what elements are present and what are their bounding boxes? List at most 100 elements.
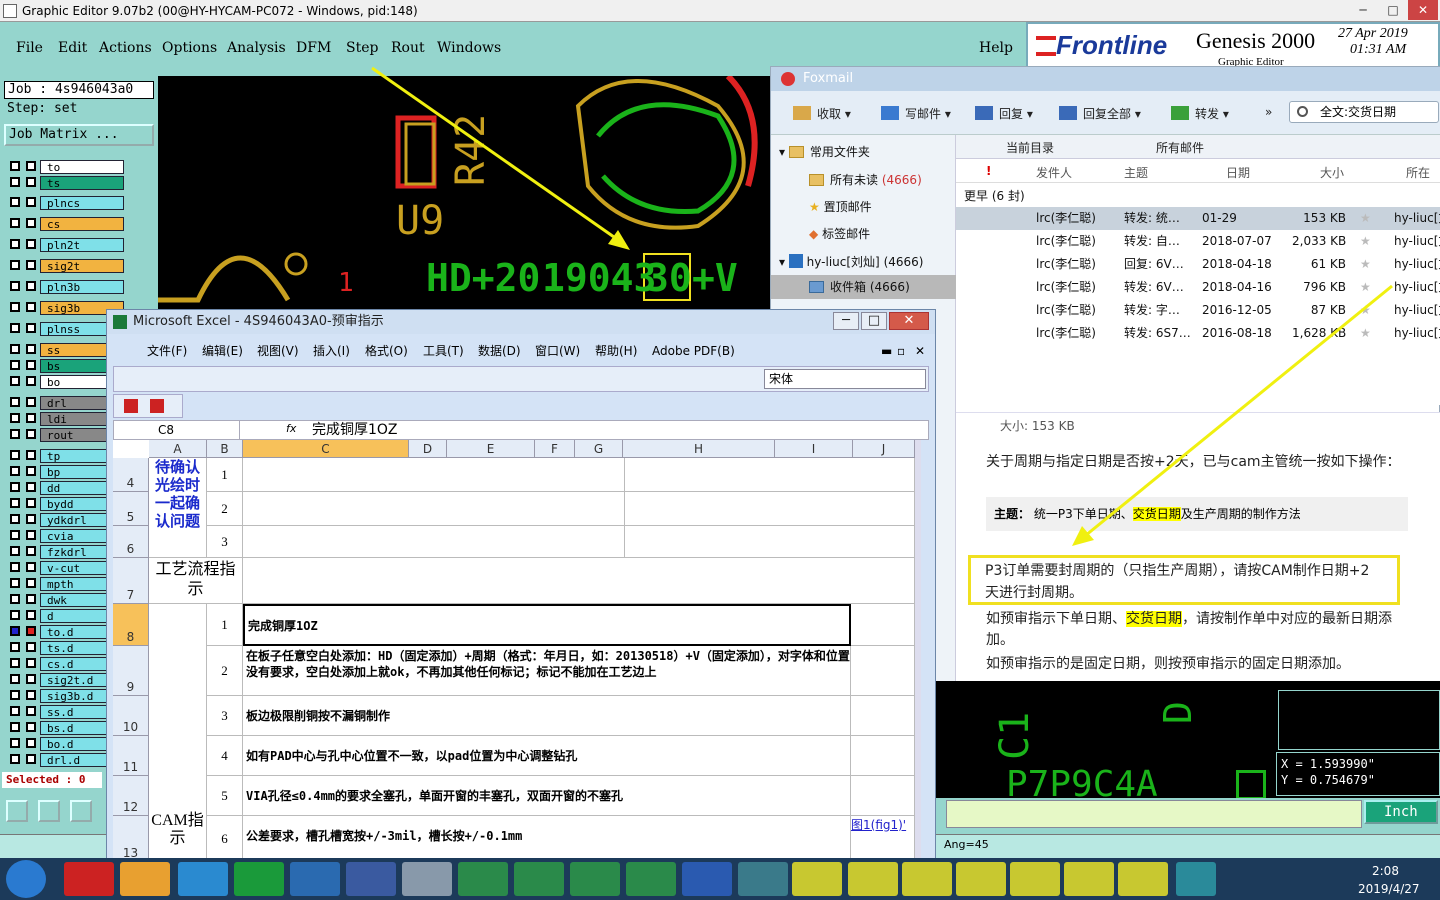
menu-options[interactable]: Options [162,40,217,56]
col-header[interactable]: A [149,440,207,458]
mail-row[interactable]: lrc(李仁聪) 转发: 统… 01-29 153 KB hy-liuc[文 ★ [956,207,1440,230]
layer-checkbox[interactable] [10,323,20,333]
layer-row[interactable]: plncs [6,196,124,210]
cell-b[interactable]: 2 [207,646,243,696]
layer-affected-checkbox[interactable] [26,562,36,572]
layer-affected-checkbox[interactable] [26,482,36,492]
layer-row[interactable]: cs [6,217,124,231]
layer-affected-checkbox[interactable] [26,302,36,312]
layer-checkbox[interactable] [10,302,20,312]
star-icon[interactable]: ★ [1360,322,1371,345]
pcb-canvas[interactable]: R42 U9 1 HD+20 19043 30 +V [158,76,770,310]
row-header[interactable]: 8 [113,604,149,646]
spreadsheet-grid[interactable]: ABCDEFGHIJ 4 5 6 7 8 9 10 11 12 13 待确认光绘时一起确认问题 C… [113,440,921,861]
layer-checkbox[interactable] [10,562,20,572]
name-box[interactable]: C8 [114,421,240,439]
cell-b[interactable]: 3 [207,526,243,558]
cell-c[interactable]: 在板子任意空白处添加：HD（固定添加）+周期（格式：年月日，如：20130518… [243,646,851,696]
layer-row[interactable]: pln2t [6,238,124,252]
layer-affected-checkbox[interactable] [26,514,36,524]
col-header[interactable]: E [447,440,535,458]
folder-tag[interactable]: ◆ 标签邮件 [809,225,870,242]
layer-affected-checkbox[interactable] [26,674,36,684]
tool-measure-icon[interactable] [38,800,60,822]
star-icon[interactable]: ★ [1360,230,1371,253]
cell-c[interactable]: 板边极限削铜按不漏铜制作 [243,696,851,736]
cell-b[interactable]: 5 [207,776,243,816]
row-header[interactable]: 13 [113,816,149,861]
cell-b[interactable]: 1 [207,604,243,646]
layer-checkbox[interactable] [10,260,20,270]
taskbar-genesis-icon[interactable] [848,862,898,896]
taskbar-genesis-icon[interactable] [1064,862,1114,896]
layer-checkbox[interactable] [10,594,20,604]
layer-affected-checkbox[interactable] [26,706,36,716]
col-header[interactable]: I [775,440,853,458]
cell-c[interactable]: VIA孔径≤0.4mm的要求全塞孔，单面开窗的丰塞孔，双面开窗的不塞孔 [243,776,851,816]
layer-checkbox[interactable] [10,722,20,732]
layer-checkbox[interactable] [10,413,20,423]
folder-unread[interactable]: 所有未读 (4666) [809,171,922,188]
layer-affected-checkbox[interactable] [26,197,36,207]
layer-checkbox[interactable] [10,239,20,249]
taskbar-shell-icon[interactable] [120,862,170,896]
excel-minimize-button[interactable]: ─ [833,312,859,330]
layer-affected-checkbox[interactable] [26,323,36,333]
cell-c[interactable] [243,458,625,492]
layer-checkbox[interactable] [10,738,20,748]
cell-c[interactable]: 公差要求，槽孔槽宽按+/-3mil，槽长按+/-0.1mm [243,816,851,861]
col-header[interactable]: H [623,440,775,458]
reply-all-button[interactable]: 回复全部 ▾ [1059,105,1141,122]
close-button[interactable]: ✕ [1408,0,1438,20]
col-size[interactable]: 大小 [1320,164,1344,181]
layer-affected-checkbox[interactable] [26,626,36,636]
row-header[interactable]: 4 [113,458,149,492]
layer-affected-checkbox[interactable] [26,344,36,354]
cell-j[interactable]: 图1(fig1)' [851,816,915,861]
xmenu-min-icon[interactable]: ▬ [881,340,892,362]
taskbar-feishu-icon[interactable] [290,862,340,896]
search-input[interactable]: 全文:交货日期 [1289,101,1439,123]
layer-checkbox[interactable] [10,530,20,540]
menu-edit[interactable]: Edit [58,40,87,56]
col-header[interactable]: J [853,440,915,458]
layer-affected-checkbox[interactable] [26,738,36,748]
taskbar-genesis-icon[interactable] [956,862,1006,896]
star-icon[interactable]: ★ [1360,276,1371,299]
layer-row[interactable]: pln3b [6,280,124,294]
xmenu-window[interactable]: 窗口(W) [535,340,580,362]
more-button[interactable]: » [1265,105,1272,119]
layer-affected-checkbox[interactable] [26,413,36,423]
layer-checkbox[interactable] [10,514,20,524]
layer-checkbox[interactable] [10,498,20,508]
menu-actions[interactable]: Actions [99,40,152,56]
formula-input[interactable]: 完成铜厚1OZ [312,421,398,439]
taskbar-genesis-icon[interactable] [1118,862,1168,896]
col-folder[interactable]: 所在 [1406,164,1430,181]
xmenu-insert[interactable]: 插入(I) [313,340,350,362]
layer-checkbox[interactable] [10,177,20,187]
xmenu-data[interactable]: 数据(D) [478,340,521,362]
menu-rout[interactable]: Rout [391,40,425,56]
layer-checkbox[interactable] [10,578,20,588]
row-header[interactable]: 9 [113,646,149,696]
col-date[interactable]: 日期 [1226,164,1250,181]
menu-dfm[interactable]: DFM [296,40,331,56]
taskbar-tray-app-icon[interactable] [1176,862,1216,896]
layer-affected-checkbox[interactable] [26,610,36,620]
xmenu-file[interactable]: 文件(F) [147,340,187,362]
layer-affected-checkbox[interactable] [26,376,36,386]
taskbar-eye-icon[interactable] [738,862,788,896]
job-matrix-button[interactable]: Job Matrix ... [4,124,154,146]
start-button[interactable] [6,860,46,898]
taskbar-excel-icon[interactable] [514,862,564,896]
xmenu-restore-icon[interactable]: ▫ [897,340,905,362]
mail-row[interactable]: lrc(李仁聪) 转发: 字… 2016-12-05 87 KB hy-liuc[文 ★ [956,299,1440,322]
taskbar-save-icon[interactable] [346,862,396,896]
layer-checkbox[interactable] [10,376,20,386]
layer-affected-checkbox[interactable] [26,546,36,556]
row-header[interactable]: 10 [113,696,149,736]
xmenu-close-icon[interactable]: ✕ [915,340,925,362]
taskbar-word-icon[interactable] [682,862,732,896]
mail-row[interactable]: lrc(李仁聪) 转发: 自… 2018-07-07 2,033 KB hy-liuc[… [956,230,1440,253]
